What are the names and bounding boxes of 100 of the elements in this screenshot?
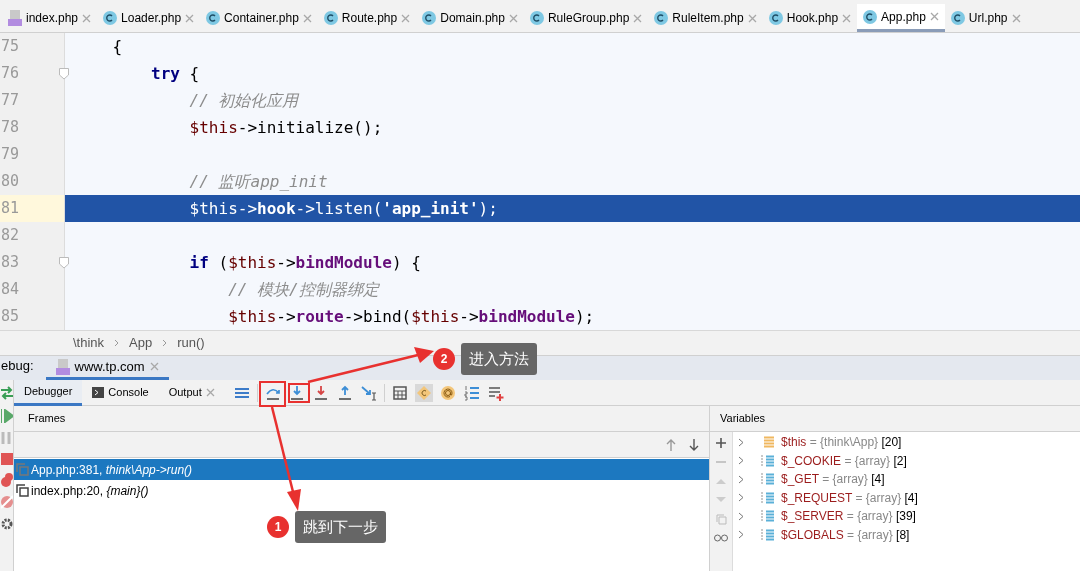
at-sign-icon[interactable]: [439, 383, 457, 402]
class-icon: [950, 11, 965, 25]
editor-tab[interactable]: Domain.php: [416, 4, 524, 32]
tab-label: Domain.php: [440, 10, 505, 27]
numbered-list-icon[interactable]: [463, 383, 481, 402]
php-file-icon: [8, 10, 22, 26]
close-icon[interactable]: [929, 12, 939, 21]
code-line: // 模块/控制器绑定: [227, 278, 379, 301]
tool-tab[interactable]: Debugger: [14, 379, 83, 406]
editor-tab[interactable]: Loader.php: [97, 4, 201, 32]
add-icon[interactable]: [716, 438, 726, 448]
editor-tab[interactable]: RuleItem.php: [648, 4, 763, 32]
class-icon: [103, 11, 118, 25]
editor-tab[interactable]: App.php: [857, 4, 945, 32]
line-number: 79: [1, 144, 20, 166]
code-line: // 初始化应用: [188, 89, 299, 112]
run-to-cursor-icon[interactable]: [360, 383, 378, 402]
breakpoints-icon[interactable]: [0, 473, 13, 487]
tool-tab[interactable]: Console: [82, 379, 159, 406]
editor-tab[interactable]: Hook.php: [762, 4, 858, 32]
close-icon[interactable]: [508, 13, 518, 23]
close-icon[interactable]: [747, 13, 757, 23]
class-filter-icon[interactable]: [415, 383, 433, 402]
variable-entry: $_SERVER = {array} [39]: [781, 508, 916, 526]
close-icon[interactable]: [1011, 13, 1021, 23]
line-number: 85: [1, 306, 20, 328]
calculator-icon[interactable]: [391, 383, 409, 402]
settings-icon[interactable]: [0, 517, 13, 531]
code-line: $this->initialize();: [188, 116, 383, 139]
panel-title: Variables: [720, 411, 766, 427]
frame-row[interactable]: index.php:20, {main}(): [14, 480, 709, 501]
tab-label: Console: [108, 385, 149, 401]
line-number: 82: [1, 225, 20, 247]
chevron-icon: [114, 339, 120, 347]
pause-icon[interactable]: [0, 431, 13, 445]
frame-icon: [16, 463, 29, 476]
variable-entry: $GLOBALS = {array} [8]: [781, 526, 910, 544]
variable-entry: $this = {think\App} [20]: [781, 434, 902, 452]
force-step-into-icon[interactable]: [312, 383, 330, 402]
php-file-icon: [55, 358, 70, 375]
editor-tab[interactable]: Route.php: [317, 4, 417, 32]
fold-marker-icon[interactable]: [59, 67, 69, 80]
frame-icon: [16, 484, 29, 497]
close-icon[interactable]: [401, 13, 411, 23]
array-icon: [761, 528, 775, 541]
mute-breakpoints-icon[interactable]: [0, 495, 13, 509]
breadcrumb-item[interactable]: App: [129, 333, 153, 353]
code-line: if ($this->bindModule) {: [188, 251, 421, 274]
editor-tab[interactable]: index.php: [2, 4, 98, 32]
step-out-icon[interactable]: [336, 383, 354, 402]
stop-icon[interactable]: [0, 453, 13, 465]
frame-text: index.php:20, {main}(): [31, 482, 149, 500]
line-number: 75: [1, 36, 20, 58]
frame-row[interactable]: App.php:381, think\App->run(): [14, 459, 709, 480]
glasses-icon[interactable]: [714, 534, 728, 542]
tab-label: RuleGroup.php: [547, 10, 630, 27]
tab-label: Output: [168, 385, 202, 401]
resume-icon[interactable]: [0, 409, 13, 423]
highlight-frame: [259, 381, 286, 407]
frame-text: App.php:381, think\App->run(): [31, 461, 193, 479]
array-icon: [761, 454, 775, 467]
tab-label: Debugger: [24, 383, 73, 399]
class-icon: [323, 11, 338, 25]
line-number: 76: [1, 63, 20, 85]
editor-tab[interactable]: Container.php: [200, 4, 318, 32]
down-arrow-icon[interactable]: [689, 438, 699, 451]
tab-label: Container.php: [224, 10, 299, 27]
line-number: 80: [1, 171, 20, 193]
editor-tab[interactable]: RuleGroup.php: [523, 4, 649, 32]
tab-label: RuleItem.php: [672, 10, 744, 27]
chevron-icon: [162, 339, 168, 347]
tab-label: Url.php: [968, 10, 1008, 27]
class-icon: [422, 11, 437, 25]
session-label: www.tp.com: [74, 357, 145, 376]
tab-label: Hook.php: [786, 10, 839, 27]
tool-tab[interactable]: Output: [158, 379, 225, 406]
close-icon[interactable]: [302, 13, 312, 23]
up-arrow-icon[interactable]: [666, 438, 676, 451]
rerun-icon[interactable]: [0, 385, 13, 401]
close-icon[interactable]: [842, 13, 852, 23]
breadcrumb-item[interactable]: \think: [73, 333, 105, 353]
close-icon[interactable]: [633, 13, 643, 23]
code-line: {: [111, 35, 123, 58]
close-icon[interactable]: [82, 13, 92, 23]
tab-label: Route.php: [341, 10, 398, 27]
array-icon: [761, 473, 775, 486]
close-icon[interactable]: [149, 362, 159, 371]
tab-label: Loader.php: [121, 10, 182, 27]
close-icon[interactable]: [185, 13, 195, 23]
variable-entry: $_COOKIE = {array} [2]: [781, 452, 907, 470]
array-icon: [761, 491, 775, 504]
fold-marker-icon[interactable]: [59, 256, 69, 269]
close-icon[interactable]: [205, 388, 215, 397]
editor-tab[interactable]: Url.php: [944, 4, 1027, 32]
breadcrumb-item[interactable]: run(): [177, 333, 205, 353]
class-icon: [768, 11, 783, 25]
highlight-frame: [288, 383, 310, 403]
tab-label: index.php: [26, 10, 79, 27]
variable-entry: $_REQUEST = {array} [4]: [781, 489, 918, 507]
step-into-icon[interactable]: [288, 383, 306, 402]
